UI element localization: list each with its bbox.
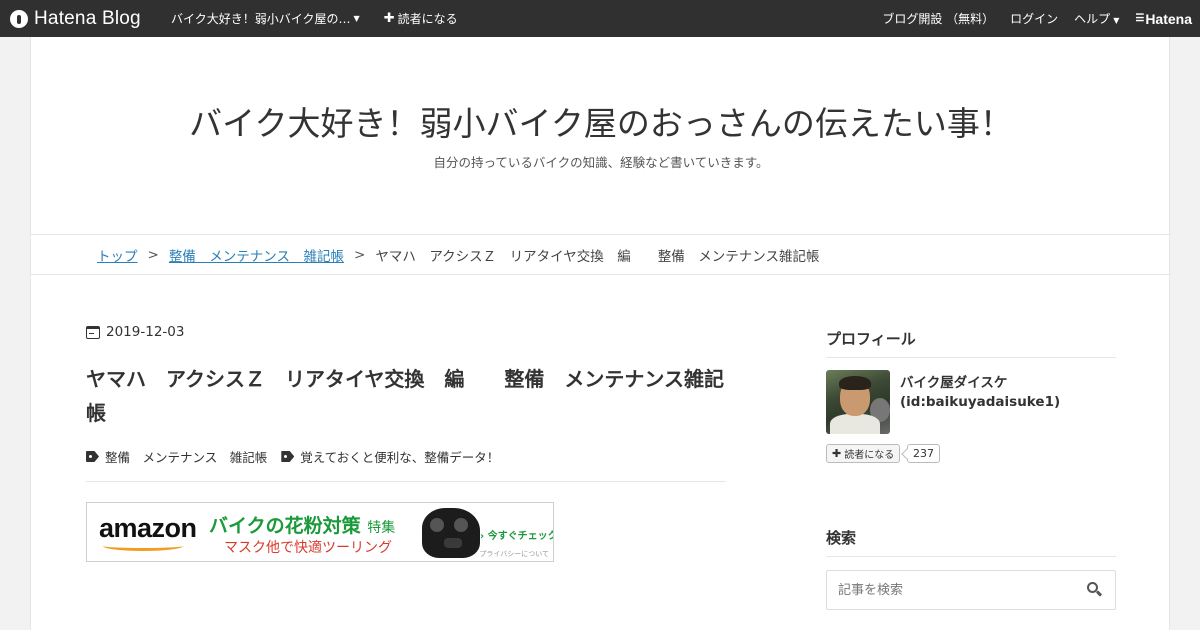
avatar-hair: [839, 376, 871, 390]
calendar-icon: [86, 325, 100, 339]
search-handle: [1095, 590, 1103, 597]
nav-right: ブログ開設 （無料） ログイン ヘルプ ▼ ☰ Hatena: [866, 10, 1192, 27]
breadcrumb-current: ヤマハ アクシスＺ リアタイヤ交換 編 整備 メンテナンス雑記帳: [375, 248, 820, 265]
entry-date[interactable]: 2019-12-03: [86, 324, 184, 340]
blog-open-link[interactable]: ブログ開設 （無料）: [882, 10, 994, 27]
ad-headline-text: バイクの花粉対策: [209, 515, 361, 537]
category-link[interactable]: 整備 メンテナンス 雑記帳: [86, 447, 267, 466]
category-label: 覚えておくと便利な、整備データ！: [300, 450, 500, 465]
hatena-stripes-icon: ☰: [1135, 13, 1144, 24]
entry-date-text: 2019-12-03: [106, 324, 185, 340]
category-label: 整備 メンテナンス 雑記帳: [105, 450, 268, 465]
search-heading: 検索: [826, 527, 1116, 557]
blog-menu[interactable]: バイク大好き！弱小バイク屋の… ▼: [171, 10, 360, 27]
ad-privacy-link[interactable]: プライバシーについて: [479, 549, 549, 559]
subscribe-label: 読者になる: [397, 12, 458, 26]
entry-categories: 整備 メンテナンス 雑記帳 覚えておくと便利な、整備データ！: [86, 447, 513, 466]
bike-mask-image: [422, 508, 480, 558]
breadcrumb: トップ > 整備 メンテナンス 雑記帳 > ヤマハ アクシスＺ リアタイヤ交換 …: [31, 234, 1171, 275]
login-link[interactable]: ログイン: [1010, 10, 1058, 27]
profile-id[interactable]: (id:baikuyadaisuke1): [900, 394, 1060, 410]
plus-icon: ✚: [383, 11, 395, 26]
breadcrumb-separator: >: [147, 246, 159, 263]
hatena-logo-icon: [10, 9, 28, 28]
breadcrumb-category-link[interactable]: 整備 メンテナンス 雑記帳: [169, 245, 344, 265]
top-navbar: Hatena Blog バイク大好き！弱小バイク屋の… ▼ ✚ 読者になる ブロ…: [0, 0, 1200, 37]
avatar[interactable]: [826, 370, 890, 434]
caret-down-icon: ▼: [353, 14, 360, 23]
ad-headline-suffix: 特集: [367, 520, 396, 536]
ad-cta-link[interactable]: › 今すぐチェック: [480, 527, 553, 542]
avatar-body: [830, 414, 880, 434]
breadcrumb-separator: >: [354, 246, 366, 263]
ad-subline: マスク他で快適ツーリング: [224, 540, 392, 556]
tag-icon: [281, 451, 295, 462]
blog-menu-label: バイク大好き！弱小バイク屋の…: [171, 12, 351, 26]
blog-title[interactable]: バイク大好き！弱小バイク屋のおっさんの伝えたい事！: [31, 97, 1171, 145]
hatena-label: Hatena: [1145, 10, 1192, 27]
entry-title[interactable]: ヤマハ アクシスＺ リアタイヤ交換 編 整備 メンテナンス雑記帳: [86, 362, 726, 430]
blog-description: 自分の持っているバイクの知識、経験など書いていきます。: [433, 155, 769, 170]
amazon-logo: amazon: [99, 513, 197, 543]
caret-down-icon: ▼: [1113, 16, 1120, 25]
page-container: バイク大好き！弱小バイク屋のおっさんの伝えたい事！ 自分の持っているバイクの知識…: [30, 37, 1171, 630]
subscriber-count[interactable]: 237: [907, 444, 940, 463]
plus-icon: ✚: [832, 447, 842, 460]
hatena-link[interactable]: ☰ Hatena: [1135, 11, 1192, 27]
search-form: [826, 570, 1116, 610]
search-icon[interactable]: [1087, 582, 1103, 597]
category-link[interactable]: 覚えておくと便利な、整備データ！: [281, 447, 499, 466]
search-input[interactable]: [828, 572, 1078, 608]
help-label: ヘルプ: [1074, 12, 1111, 26]
entry-divider: [86, 481, 726, 482]
logo-text: Hatena Blog: [34, 7, 141, 29]
tag-icon: [86, 451, 99, 462]
profile-name[interactable]: バイク屋ダイスケ: [900, 371, 1007, 391]
breadcrumb-top-link[interactable]: トップ: [97, 245, 138, 265]
subscribe-button[interactable]: ✚ 読者になる: [826, 444, 901, 463]
help-menu[interactable]: ヘルプ ▼: [1074, 10, 1119, 27]
subscribe-link[interactable]: ✚ 読者になる: [384, 10, 458, 27]
subscribe-button-label: 読者になる: [844, 450, 895, 461]
amazon-smile-icon: [103, 541, 183, 551]
amazon-ad-banner[interactable]: amazon バイクの花粉対策 特集 マスク他で快適ツーリング › 今すぐチェッ…: [86, 502, 554, 562]
hatena-blog-logo[interactable]: Hatena Blog: [10, 8, 155, 30]
ad-headline: バイクの花粉対策 特集: [209, 511, 395, 538]
profile-heading: プロフィール: [826, 328, 1116, 358]
